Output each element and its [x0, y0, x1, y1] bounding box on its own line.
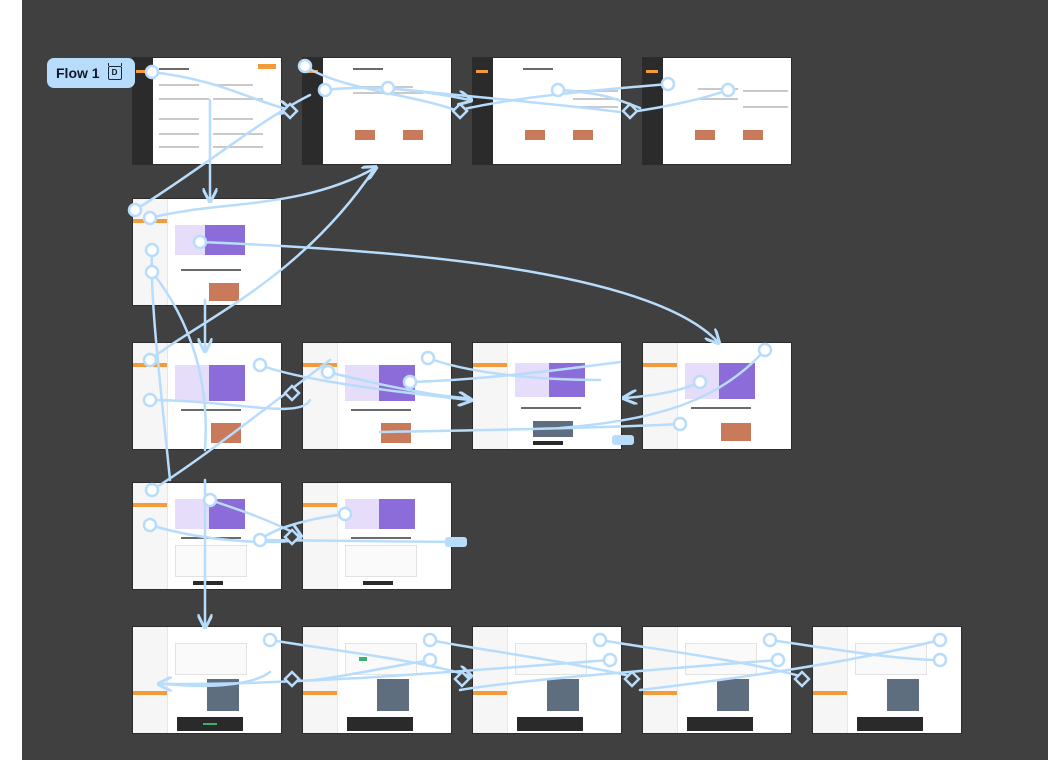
prototype-frame[interactable] — [132, 482, 282, 590]
present-icon[interactable]: D — [107, 63, 122, 80]
prototype-frame[interactable] — [132, 57, 282, 165]
prototype-frame[interactable] — [132, 342, 282, 450]
prototype-frame[interactable] — [642, 626, 792, 734]
prototype-frame[interactable] — [302, 482, 452, 590]
prototype-frame[interactable] — [812, 626, 962, 734]
prototype-frame[interactable] — [642, 342, 792, 450]
prototype-frame[interactable] — [302, 342, 452, 450]
prototype-frame[interactable] — [472, 57, 622, 165]
flow-name: Flow 1 — [56, 65, 100, 81]
prototype-frame[interactable] — [132, 198, 282, 306]
prototype-frame[interactable] — [472, 626, 622, 734]
flow-starting-point-label[interactable]: Flow 1 D — [47, 58, 135, 88]
prototype-frame[interactable] — [472, 342, 622, 450]
prototype-frame[interactable] — [642, 57, 792, 165]
prototype-frame[interactable] — [302, 57, 452, 165]
prototype-frame[interactable] — [302, 626, 452, 734]
prototype-frame[interactable] — [132, 626, 282, 734]
